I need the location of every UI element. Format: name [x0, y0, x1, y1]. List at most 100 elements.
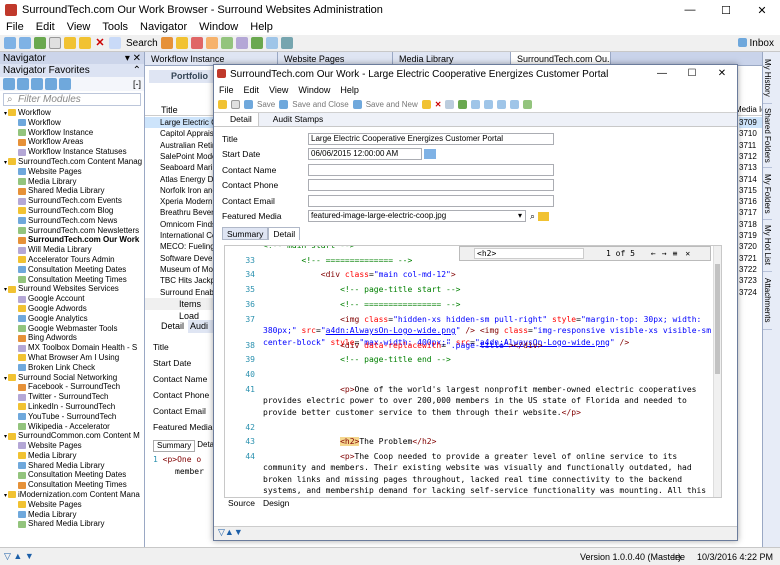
- title-input[interactable]: Large Electric Cooperative Energizes Cus…: [308, 132, 554, 145]
- contact-phone-input[interactable]: [308, 179, 554, 192]
- filter-modules-input[interactable]: ⌕ Filter Modules: [3, 93, 141, 106]
- dialog-folder-icon[interactable]: [218, 100, 227, 109]
- binoculars-icon[interactable]: ⌕: [530, 211, 535, 222]
- code-line[interactable]: <p>The Coop needed to provide a greater …: [263, 451, 718, 497]
- dialog-detail-tab[interactable]: Detail: [214, 113, 259, 126]
- maximize-button[interactable]: ☐: [708, 0, 744, 20]
- dialog-delete-icon[interactable]: ✕: [435, 100, 442, 109]
- tool-icon-4[interactable]: [205, 37, 218, 49]
- code-editor[interactable]: <!-- main start --> 33 <!-- =============…: [224, 245, 722, 498]
- close-button[interactable]: ✕: [744, 0, 780, 20]
- nav-tree-item[interactable]: Workflow Instance: [0, 128, 144, 138]
- find-prev-icon[interactable]: ←: [651, 248, 656, 260]
- browser-row-title[interactable]: Large Electric Co: [145, 117, 213, 128]
- browser-row-id[interactable]: 3718: [739, 219, 762, 230]
- browser-row-title[interactable]: Xperia Moderni: [145, 196, 213, 207]
- folder-icon[interactable]: [64, 37, 76, 49]
- nav-tree-item[interactable]: Bing Adwords: [0, 333, 144, 343]
- navigator-favorites[interactable]: Navigator Favorites ⌃: [0, 64, 144, 77]
- dialog-open-icon[interactable]: [421, 100, 431, 109]
- browser-row-title[interactable]: Norfolk Iron and: [145, 185, 213, 196]
- tool-icon-8[interactable]: [265, 37, 278, 49]
- nav-tree-item[interactable]: SurroundTech.com Our Work: [0, 235, 144, 245]
- dialog-close-button[interactable]: ✕: [707, 65, 737, 83]
- code-line[interactable]: <!-- ================ -->: [263, 299, 718, 311]
- dialog-menu-file[interactable]: File: [214, 85, 239, 95]
- nav-tree-item[interactable]: MX Toolbox Domain Health - S: [0, 343, 144, 353]
- browser-row-id[interactable]: 3720: [739, 241, 762, 252]
- attachments-tab[interactable]: Attachments: [763, 272, 772, 330]
- browser-row-title[interactable]: Atlas Energy De: [145, 174, 213, 185]
- nav-tree-item[interactable]: ▾ SurroundCommon.com Content M: [0, 431, 144, 441]
- dialog-menu-window[interactable]: Window: [293, 85, 335, 95]
- browser-row-id[interactable]: 3710: [739, 128, 762, 139]
- featured-media-select[interactable]: featured-image-large-electric-coop.jpg ▾: [308, 210, 526, 223]
- menu-navigator[interactable]: Navigator: [134, 20, 193, 35]
- browser-row-title[interactable]: Surround Enable: [145, 287, 213, 298]
- contact-email-input[interactable]: [308, 194, 554, 207]
- find-input[interactable]: <h2>: [474, 248, 584, 259]
- back-icon[interactable]: [4, 37, 16, 49]
- details-icon[interactable]: [45, 78, 57, 90]
- code-line[interactable]: <div data-replacewith=".page-title"></di…: [263, 340, 718, 352]
- expand-arrow-icon[interactable]: ▾: [4, 111, 7, 117]
- menu-file[interactable]: File: [0, 20, 30, 35]
- browser-row-id[interactable]: 3721: [739, 253, 762, 264]
- tool-icon-3[interactable]: [190, 37, 203, 49]
- shared-folders-tab[interactable]: Shared Folders: [763, 104, 772, 168]
- dialog-minimize-button[interactable]: —: [647, 65, 677, 83]
- tool-icon-9[interactable]: [280, 37, 293, 49]
- new-icon[interactable]: [49, 37, 61, 49]
- expand-arrow-icon[interactable]: ▾: [4, 160, 7, 166]
- nav-tree-item[interactable]: Twitter - SurroundTech: [0, 392, 144, 402]
- nav-tree-item[interactable]: SurroundTech.com News: [0, 216, 144, 226]
- nav-tree-item[interactable]: Will Media Library: [0, 245, 144, 255]
- menu-window[interactable]: Window: [193, 20, 244, 35]
- dialog-refresh-icon[interactable]: [458, 100, 468, 109]
- browser-row-id[interactable]: 3724: [739, 287, 762, 298]
- tool-icon-5[interactable]: [220, 37, 233, 49]
- dialog-audit-tab[interactable]: Audit Stamps: [259, 113, 330, 126]
- summary-subtab[interactable]: Summary: [222, 227, 269, 240]
- my-folders-tab[interactable]: My Folders: [763, 168, 772, 220]
- browser-row-title[interactable]: International Co: [145, 230, 213, 241]
- nav-tree-item[interactable]: Workflow: [0, 118, 144, 128]
- navigator-scroll-icons[interactable]: ▽ ▲ ▼: [4, 551, 34, 562]
- small-icons-icon[interactable]: [17, 78, 29, 90]
- nav-tree-item[interactable]: ▾ Surround Social Networking: [0, 373, 144, 383]
- nav-tree-item[interactable]: Consultation Meeting Dates: [0, 470, 144, 480]
- browser-row-id[interactable]: 3717: [739, 207, 762, 218]
- nav-tree-item[interactable]: SurroundTech.com Newsletters: [0, 226, 144, 236]
- browser-detail-tab[interactable]: Detail: [145, 320, 189, 333]
- expand-arrow-icon[interactable]: ▾: [4, 493, 7, 499]
- nav-tree-item[interactable]: ▾ Workflow: [0, 108, 144, 118]
- dialog-menu-view[interactable]: View: [264, 85, 293, 95]
- browser-row-title[interactable]: MECO: Fueling t: [145, 241, 213, 252]
- expand-collapse-icon[interactable]: [-]: [133, 79, 141, 89]
- nav-tree-item[interactable]: Consultation Meeting Dates: [0, 265, 144, 275]
- detail-subtab[interactable]: Detail: [268, 227, 301, 240]
- dialog-save-button[interactable]: Save: [257, 100, 275, 109]
- menu-help[interactable]: Help: [244, 20, 279, 35]
- nav-tree-item[interactable]: Shared Media Library: [0, 519, 144, 529]
- dialog-nav-icon-4[interactable]: [510, 100, 520, 109]
- find-menu-icon[interactable]: ≡: [673, 248, 678, 260]
- nav-tree-item[interactable]: Workflow Areas: [0, 137, 144, 147]
- browser-row-title[interactable]: Software Develo: [145, 253, 213, 264]
- search-button[interactable]: Search: [126, 38, 158, 49]
- list-icon[interactable]: [31, 78, 43, 90]
- nav-tree-item[interactable]: Website Pages: [0, 441, 144, 451]
- collapse-icon[interactable]: ⌃: [133, 65, 141, 76]
- dialog-nav-icon-5[interactable]: [523, 100, 533, 109]
- browser-row-title[interactable]: TBC Hits Jackpo: [145, 275, 213, 286]
- browser-summary-tab[interactable]: Summary: [153, 440, 196, 452]
- refresh-icon[interactable]: [34, 37, 46, 49]
- browser-row-id[interactable]: 3719: [739, 230, 762, 241]
- code-line[interactable]: <!-- page-title start -->: [263, 284, 718, 296]
- browser-row-title[interactable]: Australian Retire: [145, 140, 213, 151]
- nav-tree-item[interactable]: Media Library: [0, 510, 144, 520]
- nav-tree-item[interactable]: Google Adwords: [0, 304, 144, 314]
- media-id-column-header[interactable]: Media Id: [735, 104, 762, 116]
- browser-row-id[interactable]: 3711: [739, 140, 762, 151]
- menu-edit[interactable]: Edit: [30, 20, 61, 35]
